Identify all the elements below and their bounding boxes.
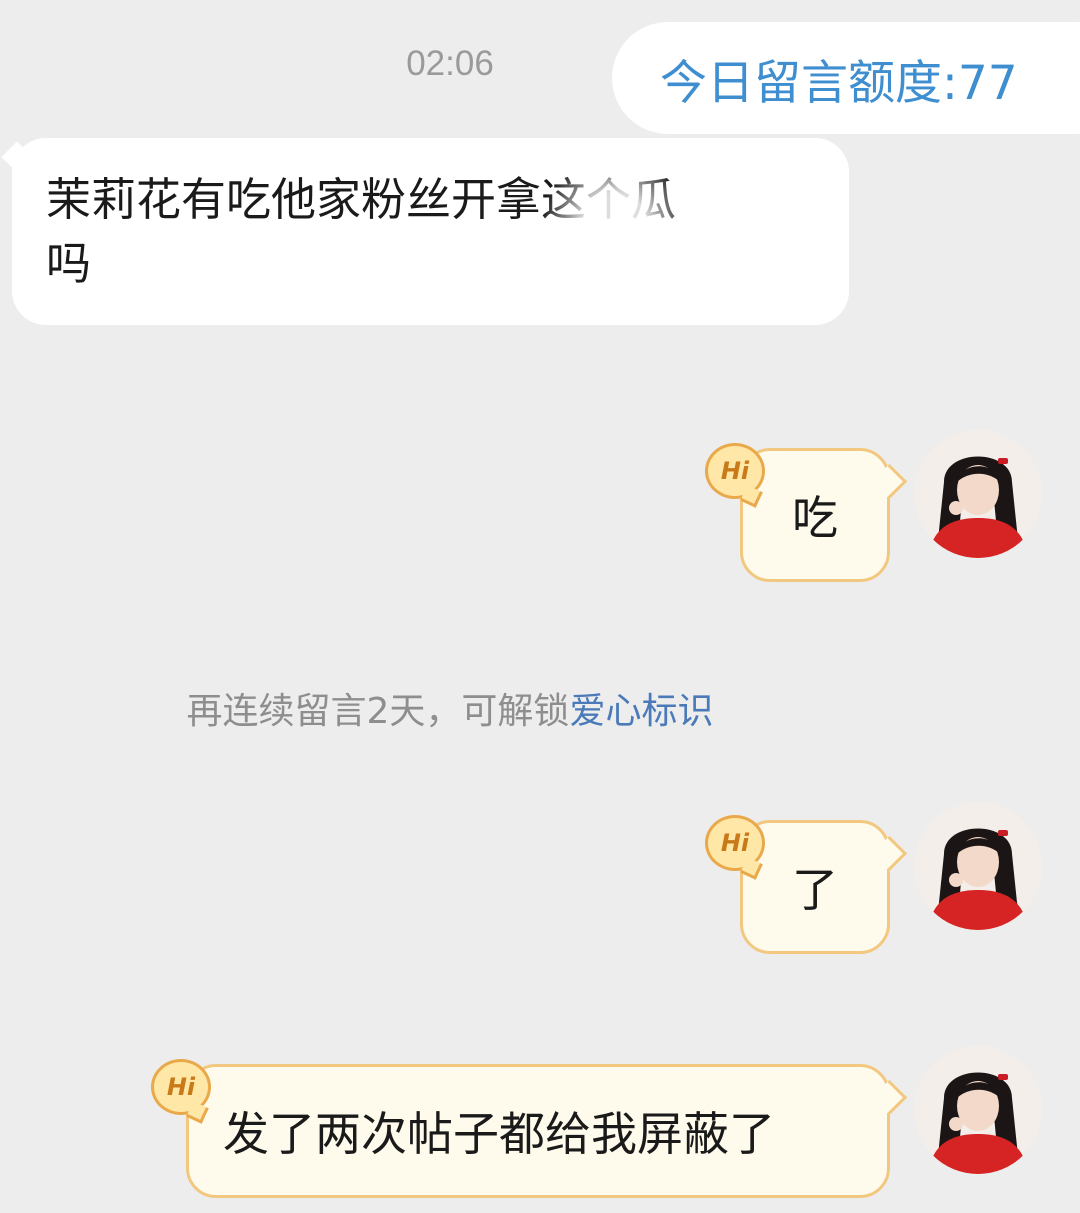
avatar-portrait-icon [914, 802, 1042, 930]
outgoing-message-text: 发了两次帖子都给我屏蔽了 [223, 1107, 775, 1161]
outgoing-message-text: 吃 [792, 491, 838, 545]
user-avatar[interactable] [914, 1046, 1042, 1174]
streak-note-text: 再连续留言2天，可解锁 [186, 691, 570, 732]
hi-badge-icon: Hi [151, 1059, 211, 1115]
user-avatar[interactable] [914, 430, 1042, 558]
quota-label: 今日留言额度:77 [660, 55, 1018, 111]
incoming-message-line-1: 茉莉花有吃他家粉丝开拿这个瓜 [46, 173, 677, 226]
avatar-portrait-icon [914, 430, 1042, 558]
incoming-message-line-2: 吗 [46, 237, 92, 290]
outgoing-message-bubble[interactable]: 发了两次帖子都给我屏蔽了 [186, 1064, 908, 1198]
hi-badge-icon: Hi [705, 815, 765, 871]
avatar-portrait-icon [914, 1046, 1042, 1174]
streak-unlock-note: 再连续留言2天，可解锁爱心标识 [0, 682, 900, 734]
outgoing-message-text: 了 [792, 863, 838, 917]
user-avatar[interactable] [914, 802, 1042, 930]
hi-badge-icon: Hi [705, 443, 765, 499]
daily-message-quota: 今日留言额度:77 [612, 22, 1080, 134]
incoming-message-bubble[interactable]: 茉莉花有吃他家粉丝开拿这个瓜 吗 [12, 138, 849, 325]
heart-badge-link[interactable]: 爱心标识 [569, 691, 713, 732]
message-timestamp: 02:06 [406, 44, 494, 83]
